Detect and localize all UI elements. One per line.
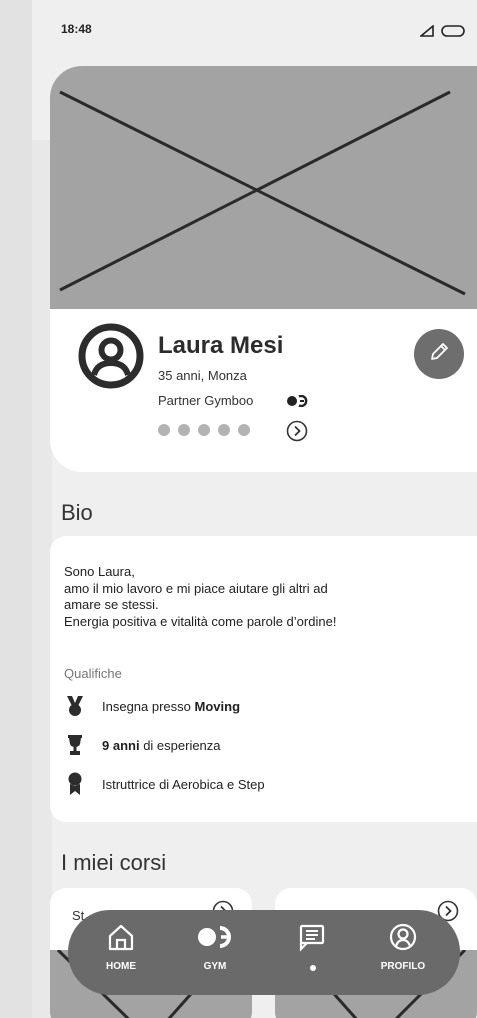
phone-screen: 18:48 Laura Mesi 35 anni, Monza Partner … [32, 0, 477, 1018]
bio-line: Sono Laura, [64, 564, 135, 579]
pagination-dot[interactable] [218, 424, 230, 436]
status-bar: 18:48 [32, 0, 477, 60]
qualification-text: Istruttrice di Aerobica e Step [102, 776, 265, 792]
pagination-dot[interactable] [158, 424, 170, 436]
nav-gym[interactable]: GYM [180, 922, 250, 972]
qualification-text: di esperienza [139, 737, 221, 753]
profile-name: Laura Mesi [158, 332, 284, 359]
home-icon [106, 922, 136, 957]
ribbon-icon [64, 772, 86, 795]
qualification-text: Insegna presso [102, 698, 195, 714]
partner-label: Partner Gymboo [158, 393, 254, 408]
bio-text: Sono Laura, amo il mio lavoro e mi piace… [64, 564, 444, 630]
bio-card: Sono Laura, amo il mio lavoro e mi piace… [50, 536, 477, 822]
nav-home-label: HOME [106, 961, 136, 972]
bio-section-title: Bio [61, 500, 93, 525]
nav-profile-label: PROFILO [380, 961, 426, 972]
bottom-navigation: HOME GYM PROFILO [68, 910, 460, 995]
qualification-item-gym: Insegna presso Moving [64, 695, 240, 717]
qualifications-title: Qualifiche [64, 666, 122, 681]
medal-icon [64, 695, 86, 717]
chevron-right-icon[interactable] [286, 420, 308, 447]
status-time: 18:48 [61, 22, 92, 36]
profile-card: Laura Mesi 35 anni, Monza Partner Gymboo [50, 66, 477, 472]
nav-messages[interactable] [278, 922, 348, 971]
edit-profile-button[interactable] [414, 329, 464, 379]
courses-section-title: I miei corsi [61, 850, 167, 875]
qualification-item-certification: Istruttrice di Aerobica e Step [64, 772, 265, 795]
qualification-item-experience: 9 anni di esperienza [64, 734, 221, 756]
profile-icon [388, 922, 418, 957]
bio-line: amare se stessi. [64, 597, 159, 612]
photo-pagination-dots [158, 424, 250, 436]
pagination-dot[interactable] [238, 424, 250, 436]
bio-line: Energia positiva e vitalità come parole … [64, 613, 337, 629]
gym-icon [194, 922, 236, 957]
pagination-dot[interactable] [198, 424, 210, 436]
signal-icon [418, 24, 434, 42]
avatar-icon [77, 322, 145, 395]
chat-icon [298, 922, 328, 957]
trophy-icon [64, 734, 86, 756]
pagination-dot[interactable] [178, 424, 190, 436]
nav-gym-label: GYM [203, 961, 227, 972]
cover-image-placeholder [50, 66, 477, 309]
bio-line: amo il mio lavoro e mi piace aiutare gli… [64, 580, 328, 596]
pencil-icon [427, 340, 451, 369]
qualification-years: 9 anni [102, 737, 140, 753]
background-strip [32, 140, 52, 1018]
nav-profile[interactable]: PROFILO [368, 922, 438, 972]
nav-home[interactable]: HOME [86, 922, 156, 972]
profile-age-city: 35 anni, Monza [158, 368, 247, 383]
gymboo-logo-icon [286, 394, 310, 412]
qualification-gym-name: Moving [194, 698, 241, 714]
battery-icon [441, 24, 465, 42]
active-indicator-dot [310, 965, 316, 971]
